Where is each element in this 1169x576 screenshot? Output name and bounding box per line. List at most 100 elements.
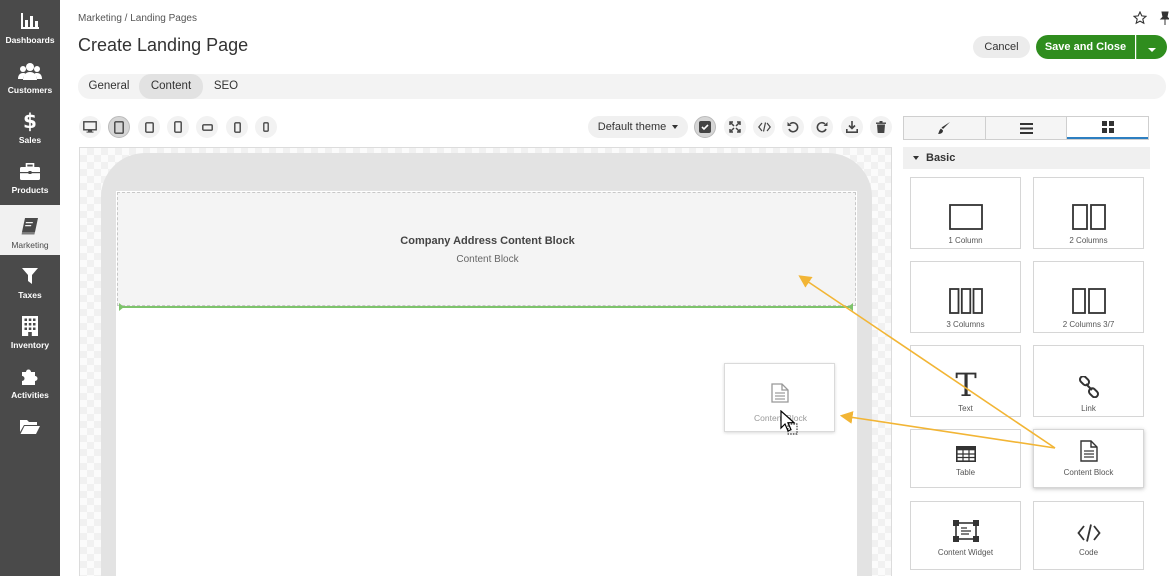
block-label: Content Widget	[937, 548, 994, 557]
theme-select[interactable]: Default theme	[588, 116, 688, 138]
view-code-button[interactable]	[753, 116, 775, 138]
sidebar-item-marketing[interactable]: Marketing	[0, 205, 60, 255]
phone-landscape-view-button[interactable]	[196, 116, 218, 138]
block-content-block[interactable]: Content Block	[1033, 429, 1144, 488]
one-column-icon	[948, 186, 983, 230]
phablet-view-button[interactable]	[167, 116, 189, 138]
tab-general[interactable]: General	[78, 74, 140, 99]
drop-indicator-left-marker	[119, 303, 124, 311]
show-borders-toggle[interactable]	[694, 116, 716, 138]
cancel-button[interactable]: Cancel	[973, 36, 1030, 58]
briefcase-icon	[20, 158, 40, 184]
tab-content[interactable]: Content	[139, 74, 203, 99]
sidebar-item-dashboards[interactable]: Dashboards	[0, 0, 60, 50]
clear-canvas-button[interactable]	[870, 116, 892, 138]
code-icon	[1076, 512, 1101, 542]
save-and-close-button[interactable]: Save and Close	[1036, 35, 1135, 59]
chevron-down-icon	[672, 125, 679, 129]
sidebar-item-label: Taxes	[18, 290, 42, 300]
fullscreen-button[interactable]	[724, 116, 746, 138]
block-table[interactable]: Table	[910, 429, 1021, 488]
table-icon	[955, 436, 976, 462]
menu-icon	[1019, 122, 1033, 134]
document-icon	[1079, 436, 1098, 462]
company-address-content-block[interactable]: Company Address Content Block Content Bl…	[117, 192, 856, 306]
panel-tabs	[903, 116, 1149, 140]
undo-button[interactable]	[782, 116, 804, 138]
tablet-icon	[114, 120, 124, 134]
block-three-columns[interactable]: 3 Columns	[910, 261, 1021, 333]
star-icon[interactable]	[1132, 10, 1148, 25]
block-content-widget[interactable]: Content Widget	[910, 501, 1021, 570]
chevron-down-icon	[1148, 47, 1156, 52]
block-label: Content Block	[1063, 468, 1114, 477]
block-label: Code	[1078, 548, 1099, 557]
puzzle-icon	[21, 363, 39, 389]
tab-styles[interactable]	[904, 117, 986, 139]
bar-chart-icon	[20, 8, 40, 34]
redo-button[interactable]	[811, 116, 833, 138]
import-button[interactable]	[841, 116, 863, 138]
tab-blocks[interactable]	[1067, 117, 1149, 139]
sidebar-item-products[interactable]: Products	[0, 150, 60, 200]
tablet-view-button[interactable]	[138, 116, 160, 138]
theme-select-value: Default theme	[597, 121, 667, 133]
svg-text:T: T	[955, 368, 977, 398]
widget-icon	[952, 512, 980, 542]
sidebar-item-files[interactable]	[0, 405, 60, 455]
svg-text:$: $	[23, 110, 37, 132]
dollar-icon: $	[23, 108, 37, 134]
block-label: 2 Columns	[1069, 236, 1108, 245]
tab-seo[interactable]: SEO	[206, 74, 246, 99]
block-label: Table	[955, 468, 976, 477]
sidebar-item-inventory[interactable]: Inventory	[0, 305, 60, 355]
users-icon	[18, 58, 42, 84]
sidebar-item-sales[interactable]: $ Sales	[0, 100, 60, 150]
drop-indicator	[120, 306, 853, 308]
phone-icon	[263, 122, 269, 132]
document-icon	[771, 383, 789, 403]
tab-layer-manager[interactable]	[985, 117, 1068, 139]
expand-icon	[729, 121, 741, 133]
block-one-column[interactable]: 1 Column	[910, 177, 1021, 249]
sidebar-item-label: Products	[11, 185, 49, 195]
save-options-dropdown[interactable]	[1136, 35, 1167, 59]
block-label: Text	[958, 404, 973, 413]
pin-icon[interactable]	[1158, 11, 1169, 25]
download-icon	[846, 121, 858, 133]
editor-canvas[interactable]: Company Address Content Block Content Bl…	[79, 147, 892, 576]
paintbrush-icon	[938, 122, 951, 134]
folder-open-icon	[20, 413, 40, 439]
text-icon: T	[953, 354, 979, 398]
breadcrumb[interactable]: Marketing / Landing Pages	[78, 13, 197, 24]
move-cursor-icon	[780, 410, 798, 435]
blocks-section-basic[interactable]: Basic	[903, 147, 1150, 169]
sidebar-item-taxes[interactable]: Taxes	[0, 255, 60, 305]
desktop-icon	[83, 121, 97, 133]
block-code[interactable]: Code	[1033, 501, 1144, 570]
phone-view-button[interactable]	[226, 116, 248, 138]
phone-small-view-button[interactable]	[255, 116, 277, 138]
section-title: Basic	[926, 152, 956, 164]
redo-icon	[816, 121, 828, 133]
content-block-title: Company Address Content Block	[400, 235, 575, 247]
block-text[interactable]: T Text	[910, 345, 1021, 417]
block-label: 2 Columns 3/7	[1062, 320, 1115, 329]
tablet-icon	[144, 121, 154, 133]
sidebar-item-label: Sales	[18, 135, 42, 145]
sidebar-item-label: Dashboards	[5, 35, 55, 45]
block-two-columns[interactable]: 2 Columns	[1033, 177, 1144, 249]
sidebar-item-label: Marketing	[11, 240, 49, 250]
sidebar-item-label: Activities	[11, 390, 49, 400]
drop-indicator-right-marker	[848, 303, 853, 311]
undo-icon	[787, 121, 799, 133]
caret-down-icon	[913, 156, 919, 160]
tablet-large-view-button[interactable]	[108, 116, 130, 138]
sidebar-item-customers[interactable]: Customers	[0, 50, 60, 100]
code-icon	[757, 122, 771, 132]
block-label: Link	[1081, 404, 1096, 413]
desktop-view-button[interactable]	[79, 116, 101, 138]
block-two-columns-3-7[interactable]: 2 Columns 3/7	[1033, 261, 1144, 333]
block-link[interactable]: Link	[1033, 345, 1144, 417]
sidebar-item-activities[interactable]: Activities	[0, 355, 60, 405]
